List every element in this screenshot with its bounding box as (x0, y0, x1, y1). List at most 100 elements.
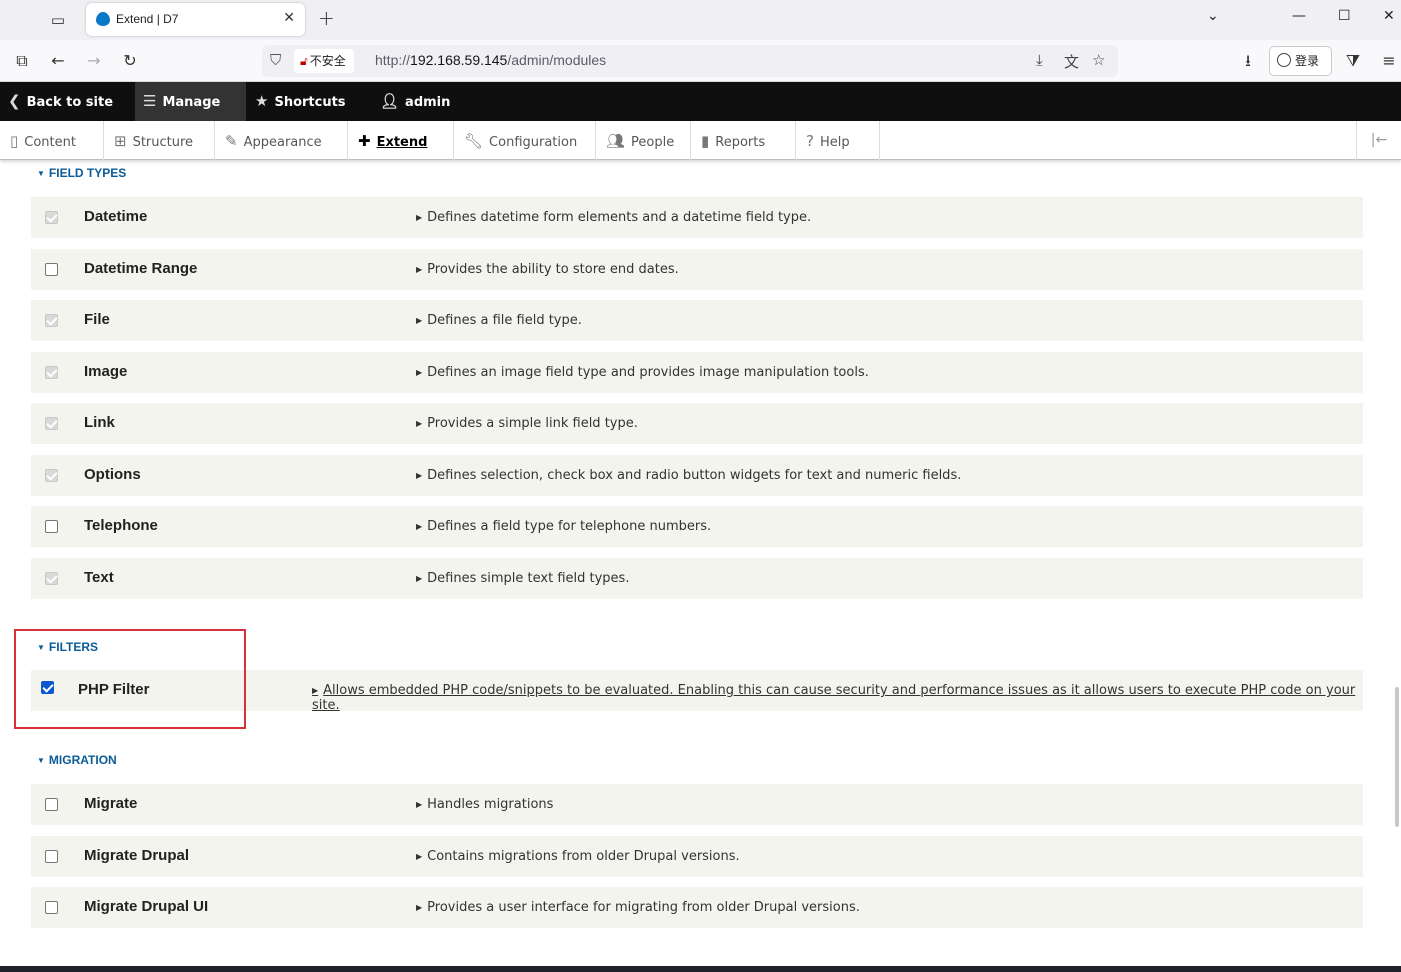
module-description[interactable]: ▶ Provides the ability to store end dates… (416, 262, 679, 277)
module-name: Options (84, 466, 141, 483)
module-checkbox[interactable] (45, 263, 58, 276)
module-description[interactable]: ▶ Defines selection, check box and radio … (416, 468, 961, 483)
module-checkbox[interactable] (45, 572, 58, 585)
module-row: File ▶ Defines a file field type. (31, 300, 1363, 341)
puzzle-icon: ✚ (358, 132, 371, 150)
module-name: Datetime Range (84, 260, 198, 277)
tray-extend[interactable]: ✚ Extend (348, 121, 454, 160)
manage-tab[interactable]: ☰ Manage (135, 82, 246, 121)
extensions-icon[interactable]: ⧩ (1341, 49, 1365, 73)
expand-triangle-icon: ▶ (416, 522, 423, 531)
tab-overflow-chevron-icon[interactable]: ⌄ (1207, 8, 1219, 24)
tray-help[interactable]: ? Help (796, 121, 880, 160)
minimize-icon[interactable]: — (1292, 8, 1306, 24)
module-description[interactable]: ▶ Defines an image field type and provide… (416, 365, 869, 380)
security-indicator[interactable]: 🔓︎ 不安全 (294, 49, 354, 73)
bookmark-star-icon[interactable]: ☆ (1092, 51, 1105, 69)
close-tab-icon[interactable]: ✕ (283, 10, 295, 26)
user-tab[interactable]: 👤︎ admin (372, 82, 462, 121)
tray-reports[interactable]: ▮ Reports (691, 121, 796, 160)
module-description[interactable]: ▶ Defines datetime form elements and a da… (416, 210, 811, 225)
shortcuts-tab[interactable]: ★ Shortcuts (247, 82, 365, 121)
tray-appearance[interactable]: ✎ Appearance (215, 121, 348, 160)
close-window-icon[interactable]: ✕ (1383, 8, 1395, 24)
module-checkbox[interactable] (45, 901, 58, 914)
module-checkbox[interactable] (45, 211, 58, 224)
tray-orientation-icon[interactable]: |← (1356, 121, 1401, 160)
tray-configuration[interactable]: 🔧︎ Configuration (454, 121, 596, 160)
module-description[interactable]: ▶ Defines a field type for telephone numb… (416, 519, 711, 534)
section-field-types[interactable]: ▼ FIELD TYPES (37, 166, 126, 180)
module-checkbox[interactable] (45, 469, 58, 482)
collapse-triangle-icon: ▼ (37, 169, 45, 178)
sitemap-icon: ⊞ (114, 132, 127, 150)
tracking-shield-icon[interactable]: ⛉ (270, 51, 281, 69)
expand-triangle-icon: ▶ (312, 686, 319, 695)
expand-triangle-icon: ▶ (416, 574, 423, 583)
translate-icon[interactable]: 文 (1064, 51, 1079, 72)
module-description[interactable]: ▶ Contains migrations from older Drupal v… (416, 849, 740, 864)
menu-icon[interactable]: ≡ (1377, 49, 1401, 73)
drupal-favicon-icon (96, 12, 110, 26)
back-to-site-link[interactable]: ❮ Back to site (0, 82, 135, 121)
module-name: Image (84, 363, 128, 380)
module-description[interactable]: ▶ Provides a user interface for migrating… (416, 900, 860, 915)
sidebar-toggle-icon[interactable]: ⧉ (10, 49, 34, 73)
module-row: Datetime ▶ Defines datetime form elements… (31, 197, 1363, 238)
tab-title: Extend | D7 (116, 12, 179, 26)
module-checkbox[interactable] (45, 520, 58, 533)
reload-icon[interactable]: ↻ (118, 49, 142, 73)
file-icon: ▯ (10, 132, 19, 150)
user-icon: 👤︎ (380, 92, 400, 110)
browser-tab[interactable]: Extend | D7 ✕ (86, 3, 305, 36)
expand-triangle-icon: ▶ (416, 419, 423, 428)
new-tab-icon[interactable]: + (318, 6, 335, 30)
tray-people[interactable]: 👥︎ People (596, 121, 691, 160)
address-bar[interactable]: ⛉ 🔓︎ 不安全 http://192.168.59.145/admin/modu… (262, 45, 1118, 77)
module-row: Image ▶ Defines an image field type and p… (31, 352, 1363, 393)
browser-nav-bar: ⧉ ← → ↻ ⛉ 🔓︎ 不安全 http://192.168.59.145/ad… (0, 40, 1401, 82)
expand-triangle-icon: ▶ (416, 852, 423, 861)
expand-triangle-icon: ▶ (416, 368, 423, 377)
section-migration[interactable]: ▼ MIGRATION (37, 753, 117, 767)
url-text[interactable]: http://192.168.59.145/admin/modules (375, 52, 606, 68)
account-icon (1277, 53, 1291, 67)
browser-tab-strip: ▭ Extend | D7 ✕ + ⌄ — ☐ ✕ (0, 0, 1401, 40)
bar-chart-icon: ▮ (701, 132, 710, 150)
hamburger-icon: ☰ (143, 92, 157, 110)
back-arrow-icon[interactable]: ← (46, 49, 70, 73)
module-name: Migrate (84, 795, 138, 812)
module-row: Migrate Drupal ▶ Contains migrations from… (31, 836, 1363, 877)
admin-toolbar: ❮ Back to site ☰ Manage ★ Shortcuts 👤︎ admin (0, 82, 1401, 121)
module-checkbox[interactable] (45, 366, 58, 379)
module-checkbox[interactable] (45, 314, 58, 327)
module-row: Migrate ▶ Handles migrations (31, 784, 1363, 825)
module-name: Datetime (84, 208, 148, 225)
module-checkbox[interactable] (45, 417, 58, 430)
wrench-icon: 🔧︎ (464, 132, 484, 150)
module-description[interactable]: ▶ Handles migrations (416, 797, 553, 812)
maximize-icon[interactable]: ☐ (1338, 8, 1351, 24)
expand-triangle-icon: ▶ (416, 265, 423, 274)
install-app-icon[interactable]: ⤓ (1036, 51, 1043, 69)
module-description[interactable]: ▶ Defines simple text field types. (416, 571, 629, 586)
expand-triangle-icon: ▶ (416, 800, 423, 809)
module-row: Link ▶ Provides a simple link field type. (31, 403, 1363, 444)
module-description[interactable]: ▶ Provides a simple link field type. (416, 416, 638, 431)
login-button[interactable]: 登录 (1269, 46, 1332, 76)
tray-structure[interactable]: ⊞ Structure (104, 121, 215, 160)
expand-triangle-icon: ▶ (416, 316, 423, 325)
module-checkbox[interactable] (45, 798, 58, 811)
expand-triangle-icon: ▶ (416, 903, 423, 912)
page-scrollbar[interactable] (1395, 687, 1399, 827)
forward-arrow-icon[interactable]: → (82, 49, 106, 73)
tray-content[interactable]: ▯ Content (0, 121, 104, 160)
module-row: Migrate Drupal UI ▶ Provides a user inter… (31, 887, 1363, 928)
module-description[interactable]: ▶ Allows embedded PHP code/snippets to be… (312, 683, 1363, 713)
tab-list-icon[interactable]: ▭ (46, 8, 70, 32)
module-description[interactable]: ▶ Defines a file field type. (416, 313, 582, 328)
module-checkbox[interactable] (45, 850, 58, 863)
downloads-icon[interactable]: ⭳ (1236, 49, 1260, 73)
insecure-lock-icon: 🔓︎ (300, 54, 308, 68)
module-name: Migrate Drupal (84, 847, 190, 864)
